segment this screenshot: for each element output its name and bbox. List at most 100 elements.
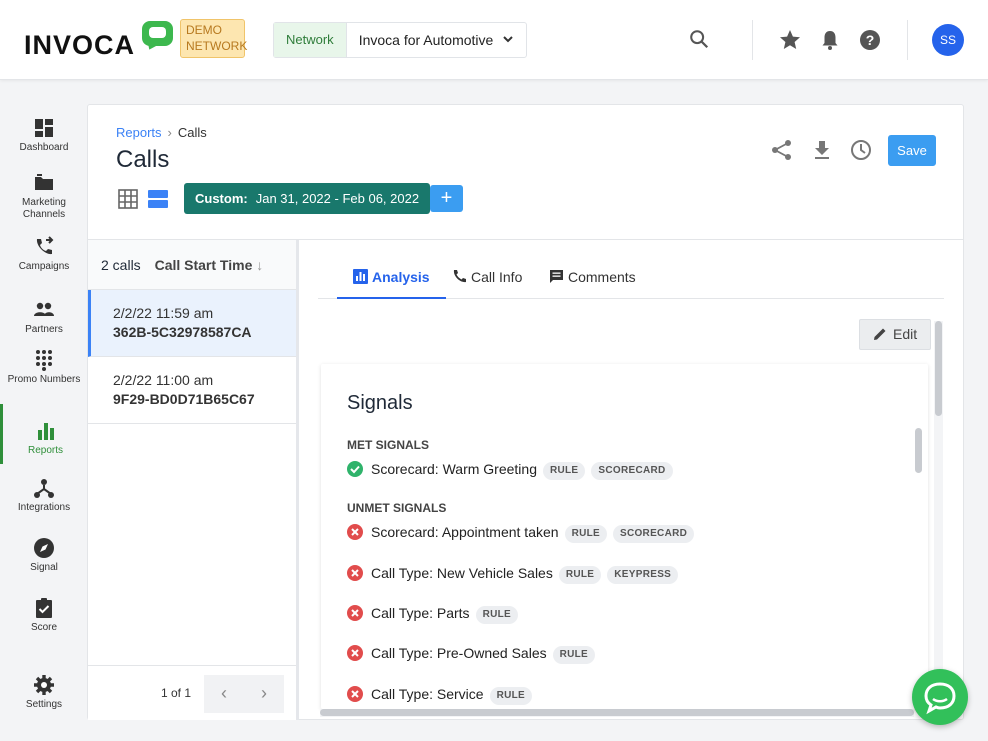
chat-bubble-icon <box>924 682 956 715</box>
tab-comments[interactable]: Comments <box>533 262 652 299</box>
invoca-logo[interactable]: INVOCA <box>24 30 135 61</box>
nav-label: Dashboard <box>19 142 69 153</box>
tab-label: Call Info <box>471 269 523 285</box>
left-nav: Dashboard Marketing Channels Campaigns P… <box>0 81 88 741</box>
nav-label: Integrations <box>17 502 71 513</box>
signal-tag: RULE <box>489 687 532 705</box>
user-avatar[interactable]: SS <box>932 24 964 56</box>
tab-analysis[interactable]: Analysis <box>337 262 446 299</box>
chevron-left-icon: ‹ <box>221 683 227 703</box>
scrollbar-thumb[interactable] <box>320 709 914 716</box>
add-filter-button[interactable]: + <box>430 185 463 212</box>
signals-scrollbar[interactable] <box>915 428 923 709</box>
x-circle-icon <box>347 645 363 661</box>
comment-icon <box>550 270 563 283</box>
scrollbar-thumb[interactable] <box>935 321 942 416</box>
top-bar: INVOCA DEMO NETWORK Network Invoca for A… <box>0 0 988 80</box>
nav-item-promo-numbers[interactable]: Promo Numbers <box>0 349 88 386</box>
x-circle-icon <box>347 686 363 702</box>
logo-bubble-icon <box>142 21 173 46</box>
details-scrollbar[interactable] <box>934 321 943 711</box>
call-id: 362B-5C32978587CA <box>113 324 252 340</box>
chevron-down-icon <box>502 23 514 70</box>
chevron-right-icon: › <box>261 683 267 703</box>
tab-label: Analysis <box>372 269 430 285</box>
share-icon[interactable] <box>771 139 793 161</box>
search-icon[interactable] <box>688 28 712 52</box>
demo-network-badge: DEMO NETWORK <box>180 19 247 58</box>
signal-tag: RULE <box>552 646 596 664</box>
nav-item-partners[interactable]: Partners <box>0 299 88 336</box>
page-title: Calls <box>116 146 170 173</box>
pencil-icon <box>874 328 886 340</box>
nav-item-signal[interactable]: Signal <box>0 537 88 574</box>
call-list-item[interactable]: 2/2/22 11:59 am 362B-5C32978587CA <box>88 290 296 357</box>
nav-item-dashboard[interactable]: Dashboard <box>0 117 88 154</box>
signal-row: Call Type: Parts RULE <box>347 603 518 624</box>
nav-item-score[interactable]: Score <box>0 597 88 634</box>
signal-tag: RULE <box>542 462 586 480</box>
sort-by-start-time[interactable]: Call Start Time ↓ <box>155 257 264 273</box>
nav-label: Partners <box>25 324 63 335</box>
nav-item-marketing-channels[interactable]: Marketing Channels <box>0 172 88 221</box>
tab-label: Comments <box>568 269 636 285</box>
nav-label: Reports <box>27 445 63 456</box>
nav-item-reports[interactable]: Reports <box>0 404 88 464</box>
sort-label: Call Start Time <box>154 257 253 273</box>
call-id: 9F29-BD0D71B65C67 <box>113 391 255 407</box>
download-icon[interactable] <box>811 139 833 161</box>
clock-icon[interactable] <box>850 139 872 161</box>
signal-name: Call Type: Pre-Owned Sales <box>371 645 547 661</box>
tab-call-info[interactable]: Call Info <box>436 262 538 299</box>
breadcrumb-separator: › <box>167 125 172 140</box>
call-list-item[interactable]: 2/2/22 11:00 am 9F29-BD0D71B65C67 <box>88 357 296 424</box>
met-signals-heading: MET SIGNALS <box>347 438 430 452</box>
divider <box>752 20 753 60</box>
nav-item-campaigns[interactable]: Campaigns <box>0 236 88 273</box>
report-card: Reports › Calls Calls Custom: Jan 31, 2022 … <box>87 104 964 720</box>
nav-item-settings[interactable]: Settings <box>0 674 88 711</box>
signal-name: Call Type: Parts <box>371 605 470 621</box>
clipboard-check-icon <box>36 598 52 618</box>
network-switcher[interactable]: Network Invoca for Automotive <box>273 22 527 58</box>
signals-title: Signals <box>347 392 413 414</box>
nav-label: Settings <box>25 699 63 710</box>
bell-icon[interactable] <box>818 28 842 52</box>
signal-tag: RULE <box>475 606 518 624</box>
chat-launcher-button[interactable] <box>912 669 968 725</box>
gear-icon <box>34 675 54 695</box>
horizontal-scrollbar[interactable] <box>320 709 914 717</box>
calls-list-panel: 2 calls Call Start Time ↓ 2/2/22 11:59 a… <box>88 240 299 720</box>
signal-name: Call Type: New Vehicle Sales <box>371 565 553 581</box>
help-icon[interactable]: ? <box>858 28 882 52</box>
nav-label: Promo Numbers <box>7 374 81 385</box>
nav-label: Campaigns <box>18 261 70 272</box>
signal-tag: RULE <box>564 525 607 543</box>
prev-page-button[interactable]: ‹ <box>204 675 244 713</box>
nav-label: Signal <box>30 562 58 573</box>
divider <box>907 20 908 60</box>
nav-label: Marketing Channels <box>22 197 66 220</box>
signal-tag: RULE <box>558 566 602 584</box>
breadcrumb-reports-link[interactable]: Reports <box>116 125 162 140</box>
signal-row: Call Type: New Vehicle Sales RULE KEYPRESS <box>347 563 679 584</box>
network-select[interactable]: Invoca for Automotive <box>347 23 526 57</box>
next-page-button[interactable]: › <box>244 675 284 713</box>
view-toggle <box>118 189 168 209</box>
signal-tag: SCORECARD <box>612 525 695 543</box>
nav-item-integrations[interactable]: Integrations <box>0 477 88 514</box>
save-button[interactable]: Save <box>888 135 936 166</box>
dialpad-icon <box>36 350 52 371</box>
scrollbar-thumb[interactable] <box>915 428 922 473</box>
signal-row: Scorecard: Warm Greeting RULE SCORECARD <box>347 459 673 480</box>
split-view-icon[interactable] <box>148 189 168 209</box>
breadcrumb: Reports › Calls <box>116 125 207 140</box>
calls-list-header: 2 calls Call Start Time ↓ <box>88 240 296 290</box>
star-icon[interactable] <box>778 28 802 52</box>
edit-button[interactable]: Edit <box>859 319 931 350</box>
grid-view-icon[interactable] <box>118 189 138 209</box>
date-range-label: Custom: <box>195 191 248 206</box>
edit-label: Edit <box>893 326 918 342</box>
date-range-chip[interactable]: Custom: Jan 31, 2022 - Feb 06, 2022 <box>184 183 431 214</box>
date-range-value: Jan 31, 2022 - Feb 06, 2022 <box>255 191 420 206</box>
